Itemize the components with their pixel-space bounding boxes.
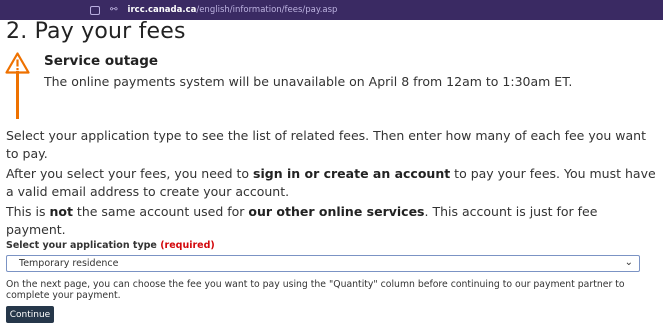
intro-paragraph-3: This is not the same account used for ou…	[6, 204, 598, 237]
application-type-select[interactable]: Temporary residence ⌄	[6, 255, 640, 272]
tab-icon[interactable]	[90, 5, 100, 15]
page-title: 2. Pay your fees	[6, 19, 186, 44]
alert-accent-bar	[16, 71, 19, 119]
site-settings-icon[interactable]: ⚯	[110, 5, 118, 15]
continue-button[interactable]: Continue	[6, 306, 54, 323]
url-host: ircc.canada.ca	[127, 5, 197, 15]
alert-heading: Service outage	[44, 53, 159, 69]
url-path: /english/information/fees/pay.asp	[196, 5, 338, 15]
chevron-down-icon: ⌄	[624, 257, 633, 268]
sign-in-emphasis: sign in or create an account	[253, 166, 451, 181]
application-type-label: Select your application type (required)	[6, 240, 215, 251]
intro-paragraph-2: After you select your fees, you need to …	[6, 166, 656, 199]
service-outage-alert: Service outage The online payments syste…	[4, 51, 644, 119]
browser-address-bar: ⚯ ircc.canada.ca/english/information/fee…	[0, 0, 663, 20]
quantity-note: On the next page, you can choose the fee…	[6, 279, 625, 301]
selected-application-type: Temporary residence	[19, 258, 119, 269]
other-services-emphasis: our other online services	[248, 204, 425, 219]
required-marker: (required)	[160, 240, 215, 251]
alert-body: The online payments system will be unava…	[44, 74, 573, 89]
url-field[interactable]: ircc.canada.ca/english/information/fees/…	[128, 5, 338, 15]
intro-paragraph-1: Select your application type to see the …	[6, 128, 646, 161]
not-emphasis: not	[49, 204, 73, 219]
